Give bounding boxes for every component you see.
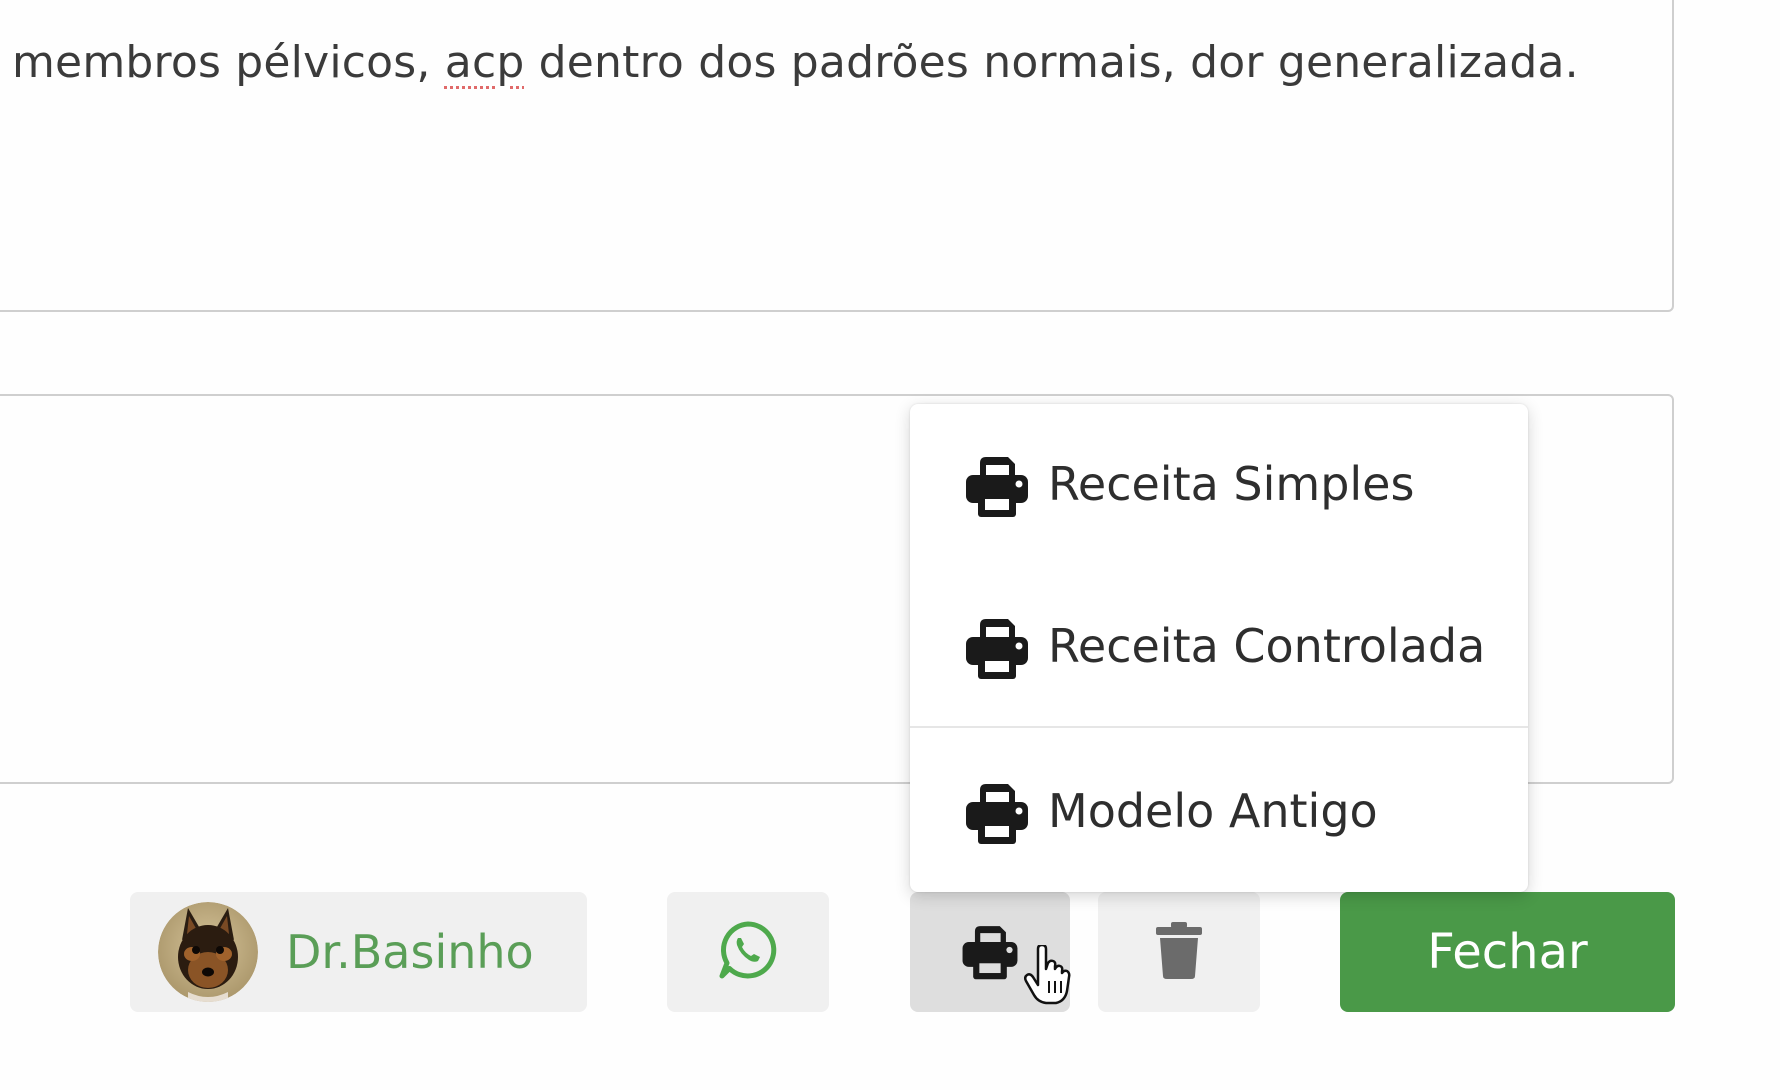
hand-cursor-icon — [1023, 943, 1072, 1009]
printer-icon — [959, 919, 1021, 985]
menu-item-modelo-antigo[interactable]: Modelo Antigo — [910, 751, 1528, 871]
printer-icon — [962, 611, 1032, 681]
menu-item-label: Modelo Antigo — [1048, 784, 1378, 838]
vet-name: Dr.Basinho — [286, 925, 534, 979]
dog-avatar — [158, 902, 258, 1002]
menu-divider — [910, 726, 1528, 728]
notes-text: membros pélvicos, acp dentro dos padrões… — [12, 37, 1579, 88]
printer-icon — [962, 776, 1032, 846]
misspelled-word: acp — [444, 37, 525, 88]
menu-item-receita-simples[interactable]: Receita Simples — [910, 424, 1528, 544]
close-button[interactable]: Fechar — [1340, 892, 1675, 1012]
whatsapp-button[interactable] — [667, 892, 829, 1012]
trash-icon — [1154, 920, 1204, 984]
vet-profile-button[interactable]: Dr.Basinho — [130, 892, 587, 1012]
print-dropdown-menu: Receita Simples Receita Controlada Model… — [910, 404, 1528, 892]
notes-text-part1: membros pélvicos, — [12, 37, 445, 88]
menu-item-label: Receita Simples — [1048, 457, 1415, 511]
notes-text-part2: dentro dos padrões normais, dor generali… — [524, 37, 1579, 88]
page: membros pélvicos, acp dentro dos padrões… — [0, 0, 1780, 1090]
whatsapp-icon — [717, 919, 779, 985]
menu-item-label: Receita Controlada — [1048, 619, 1486, 673]
delete-button[interactable] — [1098, 892, 1260, 1012]
menu-item-receita-controlada[interactable]: Receita Controlada — [910, 586, 1528, 706]
printer-icon — [962, 449, 1032, 519]
notes-textarea[interactable]: membros pélvicos, acp dentro dos padrões… — [0, 0, 1674, 312]
